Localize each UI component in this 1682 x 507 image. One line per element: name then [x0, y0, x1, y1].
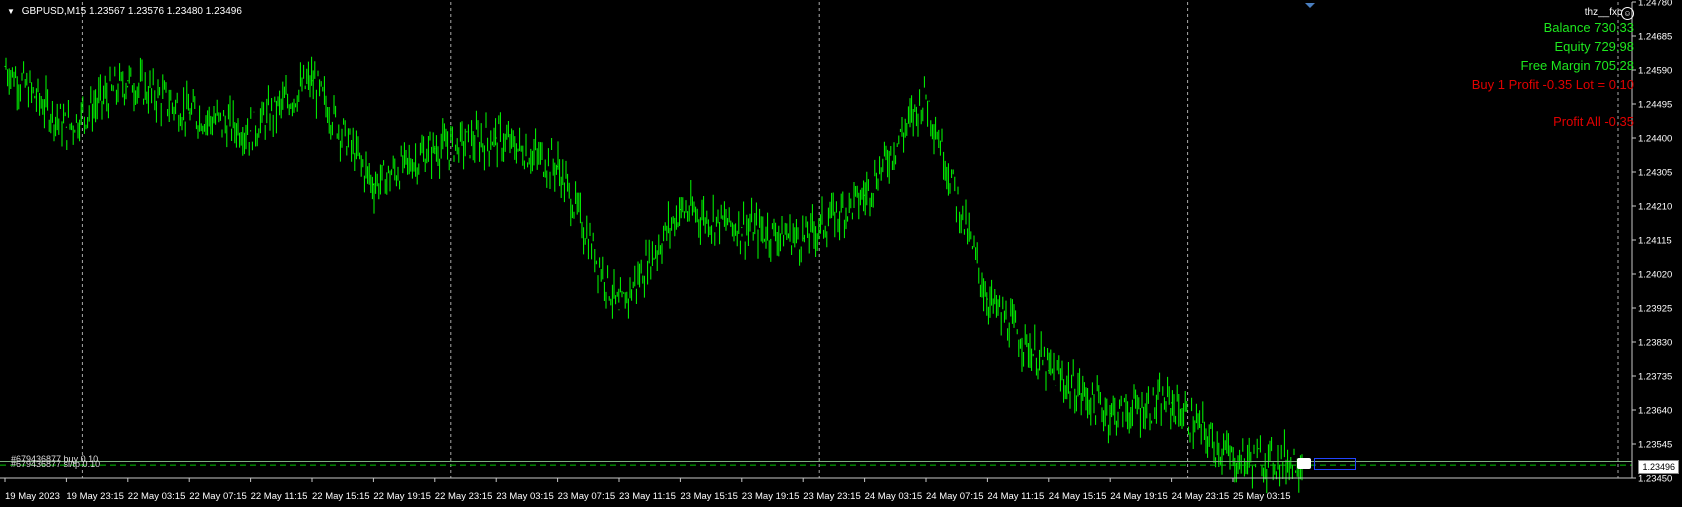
- series-point: [1109, 412, 1111, 415]
- series-point: [250, 130, 252, 132]
- profit-all-text: Profit All -0.35: [1553, 114, 1634, 129]
- x-tick-label: 22 May 03:15: [128, 491, 186, 502]
- x-tick-label: 25 May 03:15: [1233, 491, 1291, 502]
- position-profit-text: Buy 1 Profit -0.35 Lot = 0.10: [1471, 77, 1634, 92]
- series-point: [741, 226, 743, 229]
- series-point: [557, 166, 559, 168]
- symbol-label: GBPUSD,M15: [21, 6, 87, 17]
- order-label-sltp[interactable]: #679436877 sl/tp 0.10: [11, 459, 100, 469]
- dropdown-triangle-icon[interactable]: ▼: [7, 7, 15, 16]
- x-tick-label: 24 May 15:15: [1049, 491, 1107, 502]
- series-point: [925, 94, 927, 96]
- y-tick-label: 1.24400: [1638, 134, 1672, 145]
- y-tick-label: 1.23925: [1638, 304, 1672, 315]
- shift-marker-icon: [1305, 3, 1315, 8]
- series-point: [1171, 402, 1173, 404]
- x-tick-label: 24 May 23:15: [1172, 491, 1230, 502]
- y-tick-label: 1.24020: [1638, 270, 1672, 281]
- y-tick-label: 1.24305: [1638, 168, 1672, 179]
- price-series: [4, 56, 1303, 494]
- x-tick-label: 24 May 03:15: [865, 491, 923, 502]
- chart-header[interactable]: ▼ GBPUSD,M15 1.23567 1.23576 1.23480 1.2…: [7, 6, 242, 17]
- y-tick-label: 1.24210: [1638, 202, 1672, 213]
- x-tick-label: 23 May 07:15: [558, 491, 616, 502]
- y-tick-label: 1.23545: [1638, 440, 1672, 451]
- series-point: [65, 126, 67, 128]
- ohlc-values: 1.23567 1.23576 1.23480 1.23496: [88, 6, 242, 17]
- x-tick-label: 22 May 07:15: [189, 491, 247, 502]
- axes: 19 May 2023 19 May 23:15 22 May 03:15 22 Ma…: [0, 0, 1672, 502]
- series-point: [864, 194, 866, 196]
- x-tick-label: 23 May 15:15: [680, 491, 738, 502]
- x-tick-label: 24 May 19:15: [1110, 491, 1168, 502]
- series-point: [127, 80, 129, 82]
- trade-arrow-icon[interactable]: [1297, 458, 1311, 469]
- y-tick-label: 1.24685: [1638, 32, 1672, 43]
- x-tick-label: 19 May 23:15: [66, 491, 124, 502]
- series-point: [188, 112, 190, 114]
- series-point: [1232, 459, 1234, 461]
- series-point: [495, 137, 497, 139]
- price-bars: [5, 56, 1303, 494]
- y-tick-label: 1.24780: [1638, 0, 1672, 9]
- user-label: thz__fxc: [1584, 7, 1622, 18]
- chart-canvas[interactable]: 19 May 2023 19 May 23:15 22 May 03:15 22 Ma…: [0, 0, 1682, 507]
- current-price-tag: 1.23496: [1638, 460, 1679, 474]
- series-point: [802, 237, 804, 239]
- trade-marker-box[interactable]: [1314, 458, 1356, 470]
- x-tick-label: 22 May 23:15: [435, 491, 493, 502]
- y-tick-label: 1.23640: [1638, 406, 1672, 417]
- y-tick-label: 1.23450: [1638, 474, 1672, 485]
- y-tick-label: 1.23830: [1638, 338, 1672, 349]
- x-tick-label: 24 May 11:15: [987, 491, 1044, 502]
- series-point: [986, 298, 989, 300]
- series-point: [372, 183, 374, 186]
- x-tick-label: 22 May 19:15: [373, 491, 431, 502]
- chart-window[interactable]: 19 May 2023 19 May 23:15 22 May 03:15 22 Ma…: [0, 0, 1682, 507]
- series-point: [1048, 370, 1050, 372]
- y-tick-label: 1.24590: [1638, 66, 1672, 77]
- y-tick-label: 1.23735: [1638, 372, 1672, 383]
- y-tick-label: 1.24495: [1638, 100, 1672, 111]
- x-tick-label: 24 May 07:15: [926, 491, 984, 502]
- free-margin-text: Free Margin 705.28: [1520, 58, 1634, 73]
- y-tick-label: 1.24115: [1638, 236, 1672, 247]
- x-tick-label: 19 May 2023: [5, 491, 60, 502]
- equity-text: Equity 729.98: [1554, 39, 1634, 54]
- series-point: [618, 309, 620, 311]
- series-point: [434, 148, 436, 150]
- x-tick-label: 22 May 11:15: [251, 491, 308, 502]
- x-tick-label: 23 May 23:15: [803, 491, 861, 502]
- series-point: [311, 80, 313, 82]
- x-tick-label: 23 May 03:15: [496, 491, 554, 502]
- expert-smiley-icon[interactable]: ☺: [1621, 7, 1634, 20]
- series-point: [4, 65, 6, 68]
- x-tick-label: 23 May 19:15: [742, 491, 800, 502]
- x-tick-label: 23 May 11:15: [619, 491, 676, 502]
- x-tick-label: 22 May 15:15: [312, 491, 370, 502]
- balance-text: Balance 730.33: [1543, 20, 1634, 35]
- series-point: [679, 208, 682, 211]
